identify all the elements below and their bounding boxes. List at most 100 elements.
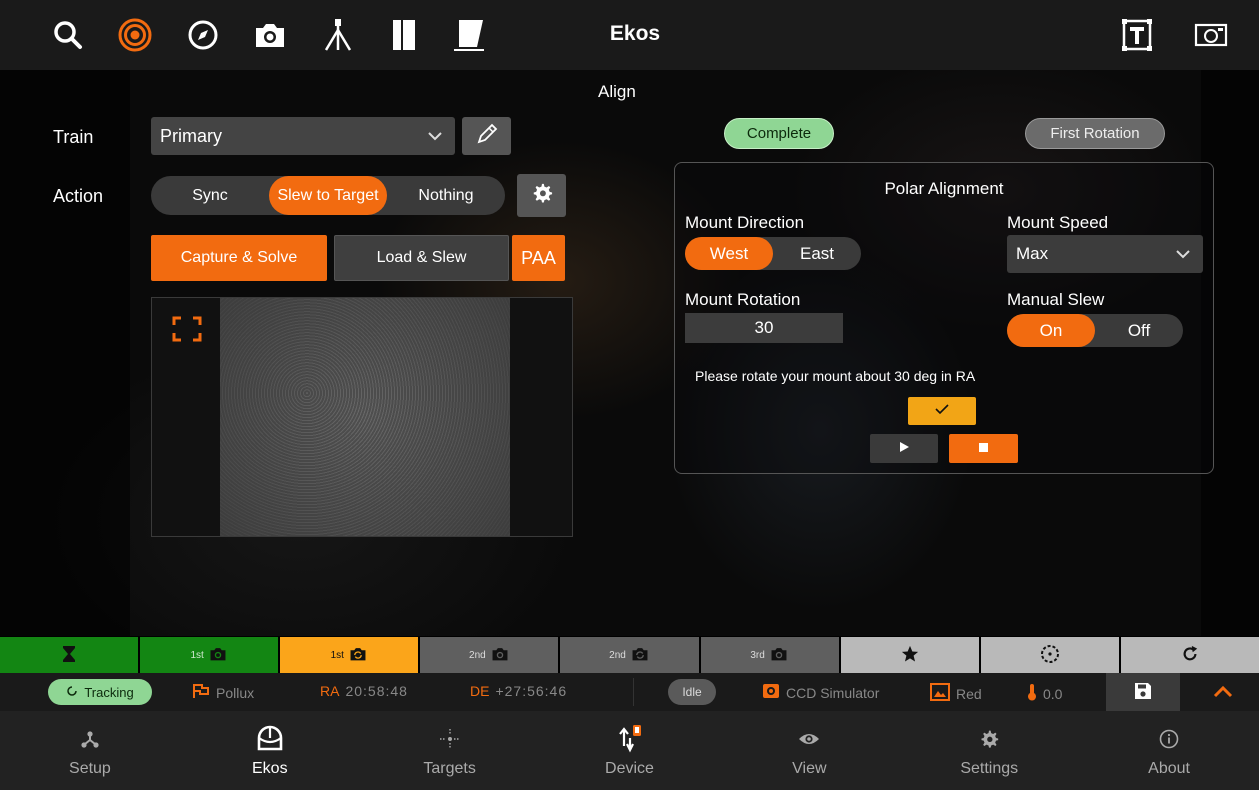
info-icon bbox=[1159, 724, 1179, 754]
spinner-icon bbox=[66, 685, 78, 700]
nav-ekos[interactable]: Ekos bbox=[180, 711, 360, 790]
tracking-status-badge[interactable]: Tracking bbox=[48, 679, 152, 705]
search-icon[interactable] bbox=[50, 17, 86, 53]
refresh-icon bbox=[1181, 645, 1199, 666]
nav-view[interactable]: View bbox=[719, 711, 899, 790]
top-bar: Ekos bbox=[0, 0, 1259, 70]
tripod-icon[interactable] bbox=[320, 17, 356, 53]
complete-status-badge: Complete bbox=[724, 118, 834, 149]
mount-speed-select[interactable]: Max bbox=[1007, 235, 1203, 273]
idle-status-badge: Idle bbox=[668, 679, 716, 705]
stage-wait bbox=[0, 637, 139, 673]
gear-icon bbox=[979, 724, 999, 754]
camera-icon[interactable] bbox=[252, 17, 288, 53]
compass-icon[interactable] bbox=[185, 17, 221, 53]
save-icon bbox=[1134, 682, 1152, 703]
camera-icon bbox=[490, 646, 510, 665]
targets-icon bbox=[439, 724, 461, 754]
camera-status[interactable]: CCD Simulator bbox=[762, 683, 879, 702]
app-title: Ekos bbox=[609, 22, 661, 45]
thermometer-icon bbox=[1027, 683, 1037, 704]
load-slew-button[interactable]: Load & Slew bbox=[334, 235, 509, 281]
nav-setup[interactable]: Setup bbox=[0, 711, 180, 790]
de-status: DE +27:56:46 bbox=[470, 683, 568, 699]
action-label: Action bbox=[53, 186, 104, 206]
mount-rotation-label: Mount Rotation bbox=[685, 290, 801, 309]
polar-alignment-panel: Polar Alignment Mount Direction West Eas… bbox=[674, 162, 1214, 474]
mount-rotation-input[interactable]: 30 bbox=[685, 313, 843, 343]
align-panel: Align Train Primary Action Sync Slew to … bbox=[0, 70, 1259, 636]
image-preview[interactable] bbox=[151, 297, 573, 537]
nav-settings[interactable]: Settings bbox=[899, 711, 1079, 790]
mount-direction-segmented: West East bbox=[685, 237, 861, 270]
setup-icon bbox=[80, 724, 100, 754]
paa-button[interactable]: PAA bbox=[512, 235, 565, 281]
stage-first-rotation: 1st bbox=[280, 637, 419, 673]
camera-icon bbox=[762, 683, 780, 702]
action-nothing-option[interactable]: Nothing bbox=[387, 176, 505, 215]
device-icon bbox=[617, 724, 643, 754]
gear-icon bbox=[531, 182, 553, 209]
edit-train-button[interactable] bbox=[462, 117, 511, 155]
train-select[interactable]: Primary bbox=[151, 117, 455, 155]
action-segmented: Sync Slew to Target Nothing bbox=[151, 176, 505, 215]
bottom-navigation: Setup Ekos Targets Device View Settings bbox=[0, 711, 1259, 790]
ra-status: RA 20:58:48 bbox=[320, 683, 408, 699]
first-rotation-status-badge: First Rotation bbox=[1025, 118, 1165, 149]
play-icon bbox=[898, 440, 910, 458]
camera-icon bbox=[769, 646, 789, 665]
polar-alignment-stages: 1st 1st 2nd 2nd 3rd bbox=[0, 637, 1259, 673]
status-bar: Tracking Pollux RA 20:58:48 DE +27:56:46… bbox=[0, 673, 1259, 711]
mount-speed-value: Max bbox=[1016, 244, 1049, 263]
stage-adjust bbox=[980, 637, 1119, 673]
stage-refresh bbox=[1120, 637, 1259, 673]
confirm-button[interactable] bbox=[908, 397, 976, 425]
align-settings-button[interactable] bbox=[517, 174, 566, 217]
filter-icon[interactable] bbox=[386, 17, 422, 53]
ekos-icon bbox=[255, 724, 285, 754]
eye-icon bbox=[798, 724, 820, 754]
target-icon[interactable] bbox=[117, 17, 153, 53]
direction-east-option[interactable]: East bbox=[773, 237, 861, 270]
capture-solve-button[interactable]: Capture & Solve bbox=[151, 235, 327, 281]
circle-dashed-icon bbox=[1040, 644, 1060, 667]
manual-slew-on-option[interactable]: On bbox=[1007, 314, 1095, 347]
target-status[interactable]: Pollux bbox=[192, 683, 254, 702]
hourglass-icon bbox=[62, 645, 76, 666]
camera-rotate-icon bbox=[348, 646, 368, 665]
action-sync-option[interactable]: Sync bbox=[151, 176, 269, 215]
stage-first-capture: 1st bbox=[140, 637, 279, 673]
polar-alignment-title: Polar Alignment bbox=[884, 179, 1004, 198]
panel-title: Align bbox=[598, 82, 636, 101]
action-slew-option[interactable]: Slew to Target bbox=[269, 176, 387, 215]
stop-button[interactable] bbox=[949, 434, 1018, 463]
chevron-up-icon[interactable] bbox=[1212, 682, 1234, 705]
image-icon bbox=[930, 683, 950, 704]
frame-icon[interactable] bbox=[1193, 17, 1229, 53]
dome-icon[interactable] bbox=[451, 17, 487, 53]
filter-status[interactable]: Red bbox=[930, 683, 982, 704]
start-button[interactable] bbox=[870, 434, 938, 463]
train-value: Primary bbox=[160, 126, 222, 146]
direction-west-option[interactable]: West bbox=[685, 237, 773, 270]
save-button[interactable] bbox=[1106, 673, 1180, 711]
temperature-status[interactable]: 0.0 bbox=[1027, 683, 1062, 704]
sky-image bbox=[220, 298, 510, 536]
polar-alignment-message: Please rotate your mount about 30 deg in… bbox=[695, 368, 976, 384]
chevron-down-icon bbox=[427, 129, 443, 147]
nav-about[interactable]: About bbox=[1079, 711, 1259, 790]
mount-direction-label: Mount Direction bbox=[685, 213, 805, 232]
flag-icon bbox=[192, 683, 210, 702]
nav-targets[interactable]: Targets bbox=[360, 711, 540, 790]
text-overlay-icon[interactable] bbox=[1119, 17, 1155, 53]
check-icon bbox=[934, 402, 950, 420]
mount-speed-label: Mount Speed bbox=[1007, 213, 1109, 232]
fullscreen-icon[interactable] bbox=[172, 316, 202, 347]
stage-star bbox=[840, 637, 979, 673]
nav-device[interactable]: Device bbox=[540, 711, 720, 790]
manual-slew-off-option[interactable]: Off bbox=[1095, 314, 1183, 347]
train-label: Train bbox=[53, 127, 94, 147]
stage-second-capture: 2nd bbox=[420, 637, 559, 673]
star-icon bbox=[901, 645, 919, 666]
camera-rotate-icon bbox=[630, 646, 650, 665]
